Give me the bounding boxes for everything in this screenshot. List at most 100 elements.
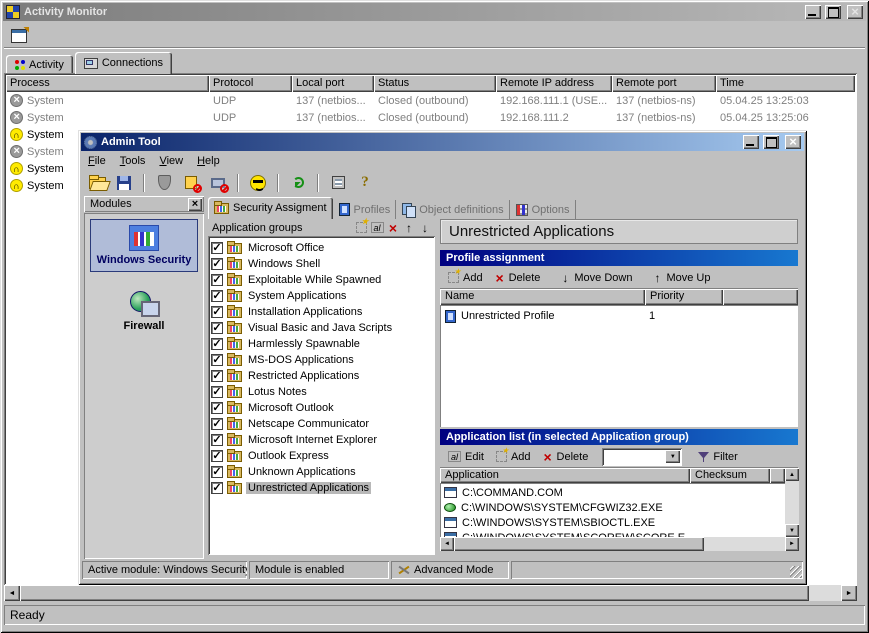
group-item[interactable]: Visual Basic and Java Scripts <box>211 320 432 336</box>
group-item-selected[interactable]: Unrestricted Applications <box>211 480 432 496</box>
checkbox-checked[interactable] <box>211 466 223 478</box>
menu-file[interactable]: File <box>81 153 113 169</box>
column-header-checksum[interactable]: Checksum <box>690 468 770 483</box>
checkbox-checked[interactable] <box>211 274 223 286</box>
scroll-up-icon[interactable] <box>785 468 799 481</box>
disable-note-button[interactable] <box>180 173 202 193</box>
group-item[interactable]: Installation Applications <box>211 304 432 320</box>
tab-connections[interactable]: Connections <box>75 52 172 74</box>
checkbox-checked[interactable] <box>211 402 223 414</box>
filter-button[interactable]: Filter <box>694 449 743 465</box>
group-item[interactable]: Microsoft Internet Explorer <box>211 432 432 448</box>
group-item[interactable]: Unknown Applications <box>211 464 432 480</box>
module-firewall[interactable]: Firewall <box>90 286 198 337</box>
group-item[interactable]: Netscape Communicator <box>211 416 432 432</box>
open-button[interactable] <box>86 173 108 193</box>
column-header-process[interactable]: Process <box>6 75 209 92</box>
checkbox-checked[interactable] <box>211 386 223 398</box>
group-item[interactable]: Restricted Applications <box>211 368 432 384</box>
column-header-remote-ip[interactable]: Remote IP address <box>496 75 612 92</box>
connection-row[interactable]: System UDP 137 (netbios... Closed (outbo… <box>6 92 855 109</box>
report-button[interactable] <box>327 173 349 193</box>
admin-maximize-button[interactable] <box>763 135 779 149</box>
application-horizontal-scrollbar[interactable] <box>440 537 799 551</box>
maximize-button[interactable] <box>825 5 841 19</box>
modules-close-icon[interactable] <box>188 198 202 211</box>
column-header-local-port[interactable]: Local port <box>292 75 374 92</box>
column-header-protocol[interactable]: Protocol <box>209 75 292 92</box>
menu-help[interactable]: Help <box>190 153 227 169</box>
horizontal-scrollbar[interactable] <box>4 585 857 601</box>
checkbox-checked[interactable] <box>211 242 223 254</box>
column-header-priority[interactable]: Priority <box>645 289 723 305</box>
refresh-button[interactable] <box>287 173 309 193</box>
group-item[interactable]: Harmlessly Spawnable <box>211 336 432 352</box>
move-group-up-button[interactable] <box>401 221 417 235</box>
menu-tools[interactable]: Tools <box>113 153 153 169</box>
checkbox-checked[interactable] <box>211 290 223 302</box>
filter-combobox[interactable] <box>602 448 682 466</box>
connection-row[interactable]: System UDP 137 (netbios... Closed (outbo… <box>6 109 855 126</box>
tab-options[interactable]: Options <box>510 200 576 219</box>
checkbox-checked[interactable] <box>211 306 223 318</box>
scroll-left-icon[interactable] <box>4 585 20 601</box>
properties-button[interactable] <box>8 26 30 46</box>
checkbox-checked[interactable] <box>211 370 223 382</box>
group-item[interactable]: Exploitable While Spawned <box>211 272 432 288</box>
new-group-button[interactable] <box>353 221 369 235</box>
application-row-clipped[interactable]: C:\WINDOWS\SYSTEM\SCOREW\SCORE.E <box>442 530 783 537</box>
group-item[interactable]: Outlook Express <box>211 448 432 464</box>
profile-move-down-button[interactable]: Move Down <box>556 269 638 287</box>
application-row[interactable]: C:\COMMAND.COM <box>442 485 783 500</box>
disable-screen-button[interactable] <box>207 173 229 193</box>
move-group-down-button[interactable] <box>417 221 433 235</box>
tab-object-definitions[interactable]: Object definitions <box>396 200 509 219</box>
application-row[interactable]: C:\WINDOWS\SYSTEM\CFGWIZ32.EXE <box>442 500 783 515</box>
tab-activity[interactable]: Activity <box>6 55 73 74</box>
group-item[interactable]: Microsoft Office <box>211 240 432 256</box>
profile-row[interactable]: Unrestricted Profile 1 <box>442 308 796 324</box>
delete-group-button[interactable] <box>385 221 401 235</box>
scrollbar-thumb[interactable] <box>454 537 704 551</box>
column-header-time[interactable]: Time <box>716 75 855 92</box>
app-delete-button[interactable]: Delete <box>539 448 595 466</box>
profile-move-up-button[interactable]: Move Up <box>648 269 716 287</box>
scrollbar-thumb[interactable] <box>20 585 809 601</box>
app-add-button[interactable]: Add <box>492 449 537 465</box>
profile-add-button[interactable]: Add <box>444 270 489 286</box>
minimize-button[interactable] <box>805 5 821 19</box>
chevron-down-icon[interactable] <box>665 450 680 463</box>
menu-view[interactable]: View <box>152 153 190 169</box>
shield-button[interactable] <box>153 173 175 193</box>
checkbox-checked[interactable] <box>211 418 223 430</box>
column-header-application[interactable]: Application <box>440 468 690 483</box>
scroll-down-icon[interactable] <box>785 524 799 537</box>
checkbox-checked[interactable] <box>211 450 223 462</box>
application-vertical-scrollbar[interactable] <box>785 468 799 537</box>
close-button[interactable] <box>847 5 863 19</box>
module-windows-security[interactable]: Windows Security <box>90 219 198 272</box>
column-header-name[interactable]: Name <box>440 289 645 305</box>
save-button[interactable] <box>113 173 135 193</box>
checkbox-checked[interactable] <box>211 322 223 334</box>
tab-security-assigment[interactable]: Security Assigment <box>208 197 333 219</box>
profile-delete-button[interactable]: Delete <box>491 269 547 287</box>
app-edit-button[interactable]: Edit <box>444 449 490 465</box>
group-item[interactable]: MS-DOS Applications <box>211 352 432 368</box>
group-item[interactable]: Windows Shell <box>211 256 432 272</box>
scroll-right-icon[interactable] <box>785 537 799 551</box>
rename-group-button[interactable] <box>369 221 385 235</box>
admin-minimize-button[interactable] <box>743 135 759 149</box>
checkbox-checked[interactable] <box>211 258 223 270</box>
column-header-status[interactable]: Status <box>374 75 496 92</box>
scroll-left-icon[interactable] <box>440 537 454 551</box>
scroll-right-icon[interactable] <box>841 585 857 601</box>
help-button[interactable] <box>354 173 376 193</box>
smiley-button[interactable] <box>247 173 269 193</box>
application-row[interactable]: C:\WINDOWS\SYSTEM\SBIOCTL.EXE <box>442 515 783 530</box>
group-item[interactable]: System Applications <box>211 288 432 304</box>
checkbox-checked[interactable] <box>211 434 223 446</box>
admin-close-button[interactable] <box>785 135 801 149</box>
checkbox-checked[interactable] <box>211 354 223 366</box>
group-item[interactable]: Lotus Notes <box>211 384 432 400</box>
